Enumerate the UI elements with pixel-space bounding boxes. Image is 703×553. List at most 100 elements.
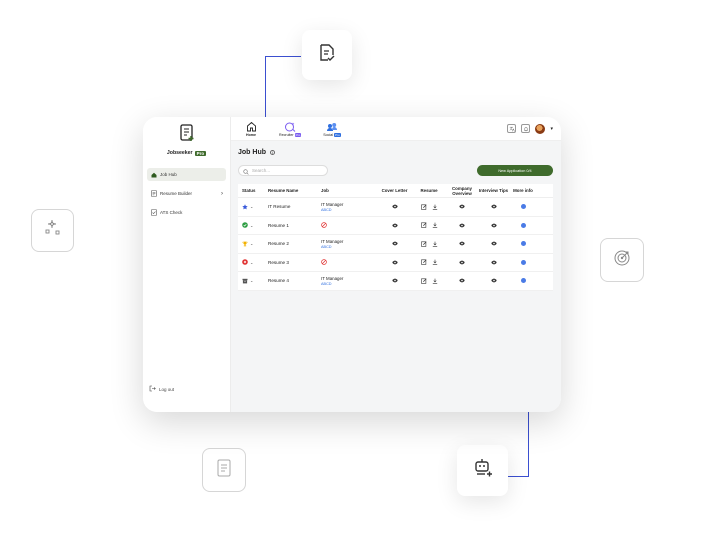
- new-application-button[interactable]: New Application 0/4: [477, 165, 553, 176]
- info-icon[interactable]: [520, 222, 526, 228]
- edit-icon[interactable]: [420, 204, 427, 210]
- more-info-cell[interactable]: [509, 278, 537, 284]
- avatar[interactable]: [535, 123, 546, 134]
- download-icon[interactable]: [432, 241, 438, 247]
- cover-letter-cell[interactable]: [377, 222, 412, 228]
- resume-name[interactable]: Resume 4: [264, 278, 319, 283]
- download-icon[interactable]: [432, 222, 438, 228]
- eye-icon[interactable]: [490, 241, 497, 247]
- tab-home[interactable]: Home: [245, 121, 257, 137]
- resume-name[interactable]: Resume 2: [264, 241, 319, 246]
- table-row[interactable]: ⌄ IT Resume IT Manager ABCD: [238, 198, 553, 217]
- info-icon[interactable]: [520, 204, 526, 210]
- interview-tips-cell[interactable]: [478, 259, 509, 265]
- more-info-cell[interactable]: [509, 204, 537, 210]
- job-cell[interactable]: IT Manager ABCD: [319, 202, 377, 212]
- eye-icon[interactable]: [391, 241, 398, 247]
- company-overview-cell[interactable]: [446, 204, 478, 210]
- table-row[interactable]: ⌄ Resume 4 IT Manager ABCD: [238, 272, 553, 291]
- sidebar-item-job-hub[interactable]: Job Hub: [147, 168, 226, 181]
- company-overview-cell[interactable]: [446, 259, 478, 265]
- table-row[interactable]: ⌄ Resume 2 IT Manager ABCD: [238, 235, 553, 254]
- job-cell[interactable]: IT Manager ABCD: [319, 276, 377, 286]
- eye-icon[interactable]: [459, 278, 465, 284]
- eye-icon[interactable]: [391, 204, 398, 210]
- column-header-job[interactable]: Job: [319, 188, 377, 193]
- job-company[interactable]: ABCD: [321, 245, 377, 249]
- company-overview-cell[interactable]: [446, 241, 478, 247]
- eye-icon[interactable]: [391, 259, 398, 265]
- table-row[interactable]: ⌄ Resume 1: [238, 217, 553, 235]
- edit-icon[interactable]: [420, 222, 427, 228]
- cover-letter-cell[interactable]: [377, 241, 412, 247]
- bell-icon[interactable]: [521, 124, 531, 133]
- chevron-down-icon[interactable]: ⌄: [250, 260, 253, 265]
- status-cell[interactable]: ⌄: [238, 241, 264, 247]
- eye-icon[interactable]: [490, 222, 497, 228]
- column-header-resume[interactable]: Resume: [412, 188, 446, 193]
- chevron-down-icon[interactable]: ▾: [550, 126, 553, 132]
- status-cell[interactable]: ⌄: [238, 259, 264, 266]
- table-row[interactable]: ⌄ Resume 3: [238, 254, 553, 272]
- translate-icon[interactable]: [507, 124, 517, 133]
- job-cell[interactable]: [319, 258, 377, 266]
- interview-tips-cell[interactable]: [478, 278, 509, 284]
- more-info-cell[interactable]: [509, 259, 537, 265]
- chevron-down-icon[interactable]: ⌄: [250, 223, 253, 228]
- cover-letter-cell[interactable]: [377, 204, 412, 210]
- job-company[interactable]: ABCD: [321, 208, 377, 212]
- eye-icon[interactable]: [490, 259, 497, 265]
- info-icon[interactable]: [520, 259, 526, 265]
- edit-icon[interactable]: [420, 259, 427, 265]
- eye-icon[interactable]: [459, 241, 465, 247]
- interview-tips-cell[interactable]: [478, 222, 509, 228]
- tab-social[interactable]: Social Pro: [323, 121, 341, 137]
- download-icon[interactable]: [432, 204, 438, 210]
- tab-recruiter[interactable]: Recruiter Pro: [279, 121, 302, 137]
- chevron-down-icon[interactable]: ⌄: [250, 241, 253, 246]
- column-header-resume-name[interactable]: Resume Name: [264, 188, 319, 193]
- column-header-status[interactable]: Status: [238, 188, 264, 193]
- edit-icon[interactable]: [420, 278, 427, 284]
- status-cell[interactable]: ⌄: [238, 204, 264, 210]
- edit-icon[interactable]: [420, 241, 427, 247]
- chevron-down-icon[interactable]: ⌄: [250, 278, 253, 283]
- search-input[interactable]: [252, 168, 322, 173]
- download-icon[interactable]: [432, 278, 438, 284]
- company-overview-cell[interactable]: [446, 222, 478, 228]
- eye-icon[interactable]: [459, 204, 465, 210]
- eye-icon[interactable]: [459, 222, 465, 228]
- cover-letter-cell[interactable]: [377, 278, 412, 284]
- more-info-cell[interactable]: [509, 222, 537, 228]
- cover-letter-cell[interactable]: [377, 259, 412, 265]
- resume-name[interactable]: Resume 3: [264, 260, 319, 265]
- info-icon[interactable]: [520, 241, 526, 247]
- info-icon[interactable]: i: [270, 150, 275, 155]
- column-header-cover-letter[interactable]: Cover Letter: [377, 188, 412, 193]
- eye-icon[interactable]: [490, 204, 497, 210]
- company-overview-cell[interactable]: [446, 278, 478, 284]
- interview-tips-cell[interactable]: [478, 204, 509, 210]
- download-icon[interactable]: [432, 259, 438, 265]
- job-company[interactable]: ABCD: [321, 282, 377, 286]
- more-info-cell[interactable]: [509, 241, 537, 247]
- column-header-interview-tips[interactable]: Interview Tips: [478, 188, 509, 193]
- resume-name[interactable]: IT Resume: [264, 204, 319, 209]
- chevron-down-icon[interactable]: ⌄: [250, 204, 253, 209]
- sidebar-item-resume-builder[interactable]: Resume Builder ›: [147, 187, 226, 200]
- resume-name[interactable]: Resume 1: [264, 223, 319, 228]
- job-cell[interactable]: [319, 221, 377, 229]
- sidebar-item-ats-check[interactable]: ATS Check: [147, 206, 226, 219]
- job-cell[interactable]: IT Manager ABCD: [319, 239, 377, 249]
- logout-button[interactable]: Log out: [149, 385, 174, 393]
- info-icon[interactable]: [520, 278, 526, 284]
- status-cell[interactable]: ⌄: [238, 278, 264, 284]
- eye-icon[interactable]: [459, 259, 465, 265]
- interview-tips-cell[interactable]: [478, 241, 509, 247]
- column-header-more-info[interactable]: More info: [509, 188, 537, 193]
- eye-icon[interactable]: [391, 222, 398, 228]
- status-cell[interactable]: ⌄: [238, 222, 264, 229]
- eye-icon[interactable]: [391, 278, 398, 284]
- column-header-company-overview[interactable]: Company Overview: [446, 186, 478, 196]
- eye-icon[interactable]: [490, 278, 497, 284]
